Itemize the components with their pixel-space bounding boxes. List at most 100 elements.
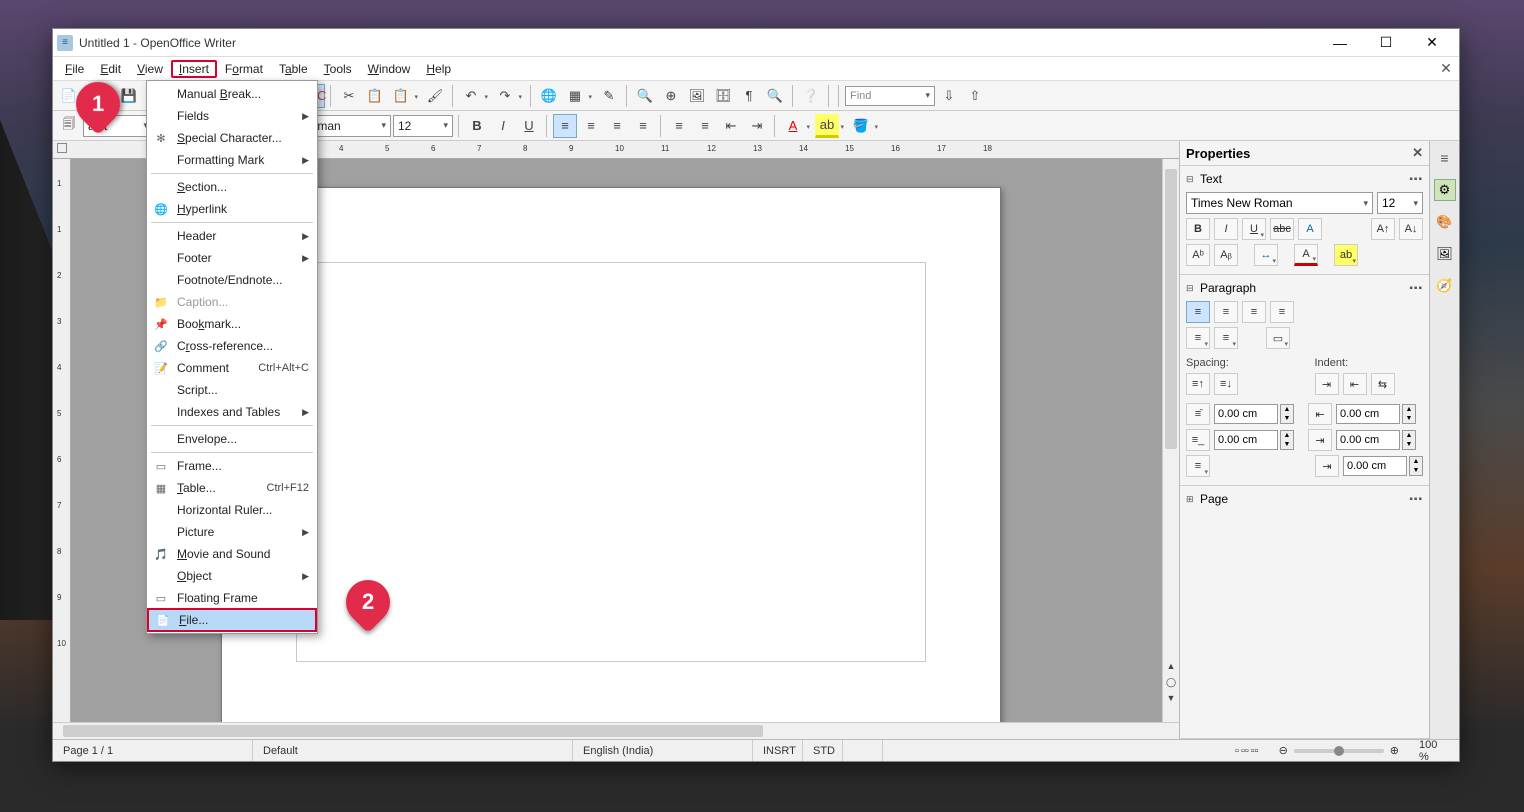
format-paintbrush-button[interactable]: 🖌 [423, 84, 447, 108]
close-button[interactable]: ✕ [1409, 29, 1455, 57]
indent-left-input[interactable]: ▲▼ [1336, 404, 1416, 424]
sb-spacing-button[interactable]: ↔ [1254, 244, 1278, 266]
menu-item-bookmark[interactable]: 📌Bookmark... [147, 313, 317, 335]
gallery-button[interactable]: 🖼 [685, 84, 709, 108]
document-page[interactable] [221, 187, 1001, 722]
sb-bold-button[interactable]: B [1186, 218, 1210, 240]
indent-first-input[interactable]: ▲▼ [1343, 456, 1423, 476]
zoom-in-button[interactable]: ⊕ [1390, 744, 1399, 757]
sb-bgcolor-button[interactable]: ▭ [1266, 327, 1290, 349]
menu-item-footnote-endnote[interactable]: Footnote/Endnote... [147, 269, 317, 291]
para-section-toggle[interactable]: ⊟ [1186, 283, 1198, 294]
italic-button[interactable]: I [491, 114, 515, 138]
status-insert-mode[interactable]: INSRT [753, 740, 803, 761]
hyperlink-button[interactable]: 🌐 [537, 84, 561, 108]
find-next-button[interactable]: ⇩ [937, 84, 961, 108]
menu-item-object[interactable]: Object▶ [147, 565, 317, 587]
close-document-button[interactable]: ✕ [1437, 60, 1455, 78]
highlight-button[interactable]: ab [815, 114, 839, 138]
font-size-combo[interactable]: 12▾ [393, 115, 453, 137]
menu-table[interactable]: Table [271, 60, 316, 78]
sidebar-navigator-tab[interactable]: 🧭 [1434, 275, 1456, 297]
zoom-out-button[interactable]: ⊖ [1279, 744, 1288, 757]
table-button[interactable]: ▦ [563, 84, 587, 108]
underline-button[interactable]: U [517, 114, 541, 138]
paste-button[interactable]: 📋 [389, 84, 413, 108]
sb-highlight-button[interactable]: ab [1334, 244, 1358, 266]
find-replace-button[interactable]: 🔍 [633, 84, 657, 108]
status-style[interactable]: Default [253, 740, 573, 761]
menu-item-table[interactable]: ▦Table...Ctrl+F12 [147, 477, 317, 499]
maximize-button[interactable]: ☐ [1363, 29, 1409, 57]
align-left-button[interactable]: ≡ [553, 114, 577, 138]
numbered-list-button[interactable]: ≡ [667, 114, 691, 138]
view-multi-page-icon[interactable]: ▫▫ [1241, 745, 1249, 757]
properties-close-button[interactable]: ✕ [1412, 145, 1423, 161]
menu-item-script[interactable]: Script... [147, 379, 317, 401]
spacing-below-input[interactable]: ▲▼ [1214, 430, 1294, 450]
increase-indent-button[interactable]: ⇥ [745, 114, 769, 138]
font-color-button[interactable]: A [781, 114, 805, 138]
menu-item-envelope[interactable]: Envelope... [147, 428, 317, 450]
find-input[interactable]: Find▾ [845, 86, 935, 106]
sb-align-center-button[interactable]: ≡ [1214, 301, 1238, 323]
sb-number-button[interactable]: ≡ [1214, 327, 1238, 349]
find-prev-button[interactable]: ⇧ [963, 84, 987, 108]
navigator-button[interactable]: ⊕ [659, 84, 683, 108]
menu-view[interactable]: View [129, 60, 171, 78]
help-button[interactable]: ❔ [799, 84, 823, 108]
sb-italic-button[interactable]: I [1214, 218, 1238, 240]
undo-button[interactable]: ↶ [459, 84, 483, 108]
menu-item-movie-and-sound[interactable]: 🎵Movie and Sound [147, 543, 317, 565]
align-justify-button[interactable]: ≡ [631, 114, 655, 138]
zoom-slider[interactable] [1294, 749, 1384, 753]
sb-increase-size-button[interactable]: A↑ [1371, 218, 1395, 240]
page-section-more[interactable]: ▪▪▪ [1409, 494, 1423, 505]
sidebar-styles-tab[interactable]: 🎨 [1434, 211, 1456, 233]
menu-item-section[interactable]: Section... [147, 176, 317, 198]
bullet-list-button[interactable]: ≡ [693, 114, 717, 138]
sb-superscript-button[interactable]: Aᵇ [1186, 244, 1210, 266]
sb-dec-indent-button[interactable]: ⇤ [1343, 373, 1367, 395]
menu-item-frame[interactable]: ▭Frame... [147, 455, 317, 477]
nonprinting-button[interactable]: ¶ [737, 84, 761, 108]
redo-button[interactable]: ↷ [493, 84, 517, 108]
status-selection-mode[interactable]: STD [803, 740, 843, 761]
spacing-above-input[interactable]: ▲▼ [1214, 404, 1294, 424]
vertical-ruler[interactable]: 112345678910 [53, 159, 71, 722]
sb-align-left-button[interactable]: ≡ [1186, 301, 1210, 323]
menu-item-special-character[interactable]: ✻Special Character... [147, 127, 317, 149]
status-zoom-value[interactable]: 100 % [1409, 740, 1459, 761]
sb-inc-indent-button[interactable]: ⇥ [1315, 373, 1339, 395]
minimize-button[interactable]: ― [1317, 29, 1363, 57]
sb-size-combo[interactable]: 12▾ [1377, 192, 1423, 214]
styles-button[interactable]: 🗐 [57, 114, 81, 138]
menu-item-footer[interactable]: Footer▶ [147, 247, 317, 269]
menu-help[interactable]: Help [418, 60, 459, 78]
bg-color-button[interactable]: 🪣 [849, 114, 873, 138]
sb-subscript-button[interactable]: Aᵦ [1214, 244, 1238, 266]
sb-hanging-indent-button[interactable]: ⇆ [1371, 373, 1395, 395]
menu-item-hyperlink[interactable]: 🌐Hyperlink [147, 198, 317, 220]
menu-item-formatting-mark[interactable]: Formatting Mark▶ [147, 149, 317, 171]
line-spacing-button[interactable]: ≡ [1186, 455, 1210, 477]
horizontal-scrollbar[interactable] [53, 722, 1179, 739]
sb-fontcolor-button[interactable]: A [1294, 244, 1318, 266]
zoom-button[interactable]: 🔍 [763, 84, 787, 108]
save-button[interactable]: 💾 [117, 84, 141, 108]
sidebar-gallery-tab[interactable]: 🖼 [1434, 243, 1456, 265]
copy-button[interactable]: 📋 [363, 84, 387, 108]
menu-tools[interactable]: Tools [316, 60, 360, 78]
sb-inc-spacing-button[interactable]: ≡↑ [1186, 373, 1210, 395]
align-center-button[interactable]: ≡ [579, 114, 603, 138]
menu-item-manual-break[interactable]: Manual Break... [147, 83, 317, 105]
status-page[interactable]: Page 1 / 1 [53, 740, 253, 761]
datasources-button[interactable]: 🗄 [711, 84, 735, 108]
menu-item-indexes-and-tables[interactable]: Indexes and Tables▶ [147, 401, 317, 423]
menu-item-fields[interactable]: Fields▶ [147, 105, 317, 127]
status-language[interactable]: English (India) [573, 740, 753, 761]
menu-item-header[interactable]: Header▶ [147, 225, 317, 247]
sb-underline-button[interactable]: U [1242, 218, 1266, 240]
sb-align-right-button[interactable]: ≡ [1242, 301, 1266, 323]
sb-align-justify-button[interactable]: ≡ [1270, 301, 1294, 323]
